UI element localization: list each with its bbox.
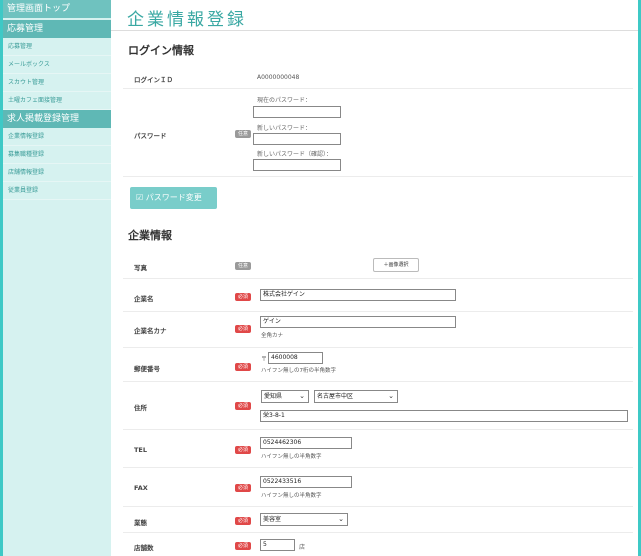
address-row: 住所 必須 愛知県 ⌄ 名古屋市中区 ⌄ 栄3-8-1 bbox=[123, 382, 633, 430]
login-id-label: ログインＩＤ bbox=[134, 76, 173, 84]
fax-row: FAX 必須 0522433516 ハイフン無しの半角数字 bbox=[123, 468, 633, 507]
chevron-down-icon: ⌄ bbox=[388, 392, 394, 400]
fax-label: FAX bbox=[134, 484, 148, 492]
tel-label: TEL bbox=[134, 446, 148, 454]
new-password-confirm-label: 新しいパスワード（確認）： bbox=[257, 151, 333, 158]
current-password-label: 現在のパスワード： bbox=[257, 97, 312, 104]
page-title: 企業情報登録 bbox=[127, 10, 247, 30]
industry-value: 美容室 bbox=[263, 516, 282, 523]
sidebar-item-job-types[interactable]: 募集職種登録 bbox=[3, 146, 111, 164]
change-password-button[interactable]: ☑ パスワード変更 bbox=[130, 187, 217, 209]
login-id-value: A0000000048 bbox=[257, 74, 300, 81]
checkbox-icon: ☑ bbox=[136, 193, 144, 202]
optional-badge: 任意 bbox=[235, 130, 251, 138]
stores-unit: 店 bbox=[299, 544, 306, 551]
current-password-input[interactable] bbox=[253, 106, 341, 118]
password-label: パスワード bbox=[134, 132, 167, 140]
new-password-confirm-input[interactable] bbox=[253, 159, 341, 171]
company-kana-label: 企業名カナ bbox=[134, 327, 167, 335]
prefecture-value: 愛知県 bbox=[264, 393, 283, 400]
prefecture-select[interactable]: 愛知県 ⌄ bbox=[261, 390, 309, 403]
company-kana-input[interactable]: ゲイン bbox=[260, 316, 456, 328]
zip-note: ハイフン無しの7桁の半角数字 bbox=[261, 368, 337, 374]
required-badge: 必須 bbox=[235, 484, 251, 492]
company-section-heading: 企業情報 bbox=[128, 229, 172, 242]
title-divider bbox=[111, 30, 638, 31]
sidebar-item-staff[interactable]: 従業員登録 bbox=[3, 182, 111, 200]
image-select-button[interactable]: ＋画像選択 bbox=[373, 258, 419, 272]
chevron-down-icon: ⌄ bbox=[299, 392, 305, 400]
kana-note: 全角カナ bbox=[261, 333, 284, 339]
optional-badge: 任意 bbox=[235, 262, 251, 270]
industry-label: 業態 bbox=[134, 519, 147, 527]
password-row: パスワード 任意 現在のパスワード： 新しいパスワード： 新しいパスワード（確認… bbox=[123, 89, 633, 177]
sidebar-item-scout[interactable]: スカウト管理 bbox=[3, 74, 111, 92]
tel-input[interactable]: 0524462306 bbox=[260, 437, 352, 449]
tel-note: ハイフン無しの半角数字 bbox=[261, 454, 322, 460]
company-name-input[interactable]: 株式会社ゲイン bbox=[260, 289, 456, 301]
fax-note: ハイフン無しの半角数字 bbox=[261, 493, 322, 499]
sidebar-item-applications[interactable]: 応募管理 bbox=[3, 38, 111, 56]
required-badge: 必須 bbox=[235, 446, 251, 454]
app-frame: 管理画面トップ 応募管理 応募管理 メールボックス スカウト管理 土曜カフェ面接… bbox=[3, 0, 638, 556]
required-badge: 必須 bbox=[235, 363, 251, 371]
stores-input[interactable]: 5 bbox=[260, 539, 295, 551]
industry-select[interactable]: 美容室 ⌄ bbox=[260, 513, 348, 526]
stores-label: 店舗数 bbox=[134, 544, 154, 552]
required-badge: 必須 bbox=[235, 325, 251, 333]
zip-prefix: 〒 bbox=[261, 356, 268, 363]
chevron-down-icon: ⌄ bbox=[338, 515, 344, 523]
new-password-label: 新しいパスワード： bbox=[257, 125, 312, 132]
company-name-row: 企業名 必須 株式会社ゲイン bbox=[123, 279, 633, 312]
city-select[interactable]: 名古屋市中区 ⌄ bbox=[314, 390, 398, 403]
required-badge: 必須 bbox=[235, 517, 251, 525]
company-kana-row: 企業名カナ 必須 ゲイン 全角カナ bbox=[123, 312, 633, 348]
industry-row: 業態 必須 美容室 ⌄ bbox=[123, 507, 633, 533]
zip-input[interactable]: 4600008 bbox=[268, 352, 323, 364]
sidebar-item-company-info[interactable]: 企業情報登録 bbox=[3, 128, 111, 146]
tel-row: TEL 必須 0524462306 ハイフン無しの半角数字 bbox=[123, 430, 633, 468]
change-password-label: パスワード変更 bbox=[145, 193, 202, 202]
required-badge: 必須 bbox=[235, 402, 251, 410]
stores-row: 店舗数 必須 5 店 bbox=[123, 533, 633, 556]
new-password-input[interactable] bbox=[253, 133, 341, 145]
sidebar-item-store-info[interactable]: 店舗情報登録 bbox=[3, 164, 111, 182]
login-id-row: ログインＩＤ A0000000048 bbox=[123, 65, 633, 89]
required-badge: 必須 bbox=[235, 293, 251, 301]
sidebar-item-dashboard[interactable]: 管理画面トップ bbox=[3, 0, 111, 18]
city-value: 名古屋市中区 bbox=[317, 393, 354, 400]
sidebar: 管理画面トップ 応募管理 応募管理 メールボックス スカウト管理 土曜カフェ面接… bbox=[3, 0, 111, 556]
fax-input[interactable]: 0522433516 bbox=[260, 476, 352, 488]
photo-label: 写真 bbox=[134, 264, 147, 272]
sidebar-item-mailbox[interactable]: メールボックス bbox=[3, 56, 111, 74]
company-name-label: 企業名 bbox=[134, 295, 154, 303]
main-content: 企業情報登録 ログイン情報 ログインＩＤ A0000000048 パスワード 任… bbox=[111, 0, 638, 556]
address-label: 住所 bbox=[134, 404, 147, 412]
street-input[interactable]: 栄3-8-1 bbox=[260, 410, 628, 422]
sidebar-group-applications[interactable]: 応募管理 bbox=[3, 20, 111, 38]
zip-row: 郵便番号 必須 〒 4600008 ハイフン無しの7桁の半角数字 bbox=[123, 348, 633, 382]
zip-label: 郵便番号 bbox=[134, 365, 160, 373]
login-section-heading: ログイン情報 bbox=[128, 44, 194, 57]
required-badge: 必須 bbox=[235, 542, 251, 550]
sidebar-item-cafe-interview[interactable]: 土曜カフェ面接管理 bbox=[3, 92, 111, 110]
sidebar-group-job-posting[interactable]: 求人掲載登録管理 bbox=[3, 110, 111, 128]
